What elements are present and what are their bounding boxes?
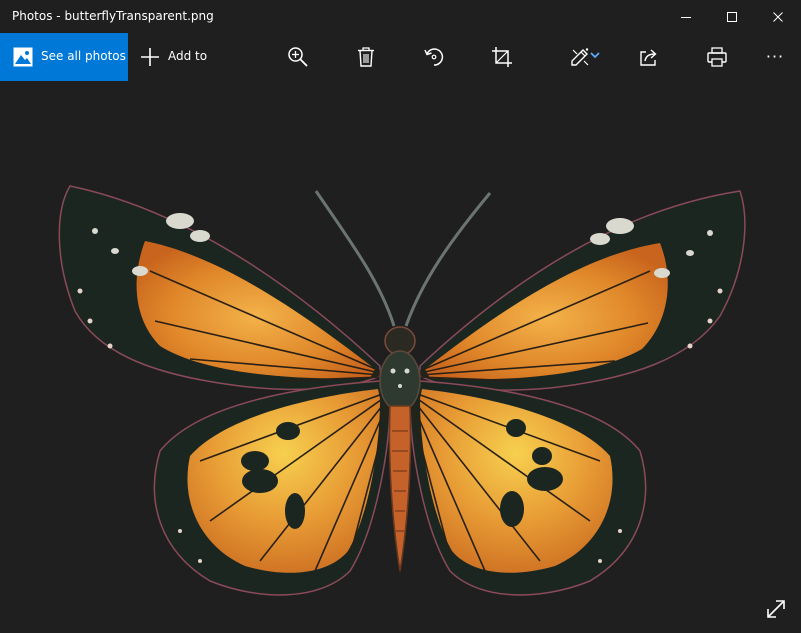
more-icon: ··· bbox=[765, 47, 785, 66]
edit-create-button[interactable] bbox=[552, 33, 608, 81]
window-title: Photos - butterflyTransparent.png bbox=[12, 9, 214, 23]
crop-button[interactable] bbox=[481, 33, 523, 81]
trash-icon bbox=[358, 47, 374, 67]
print-icon bbox=[707, 47, 727, 67]
share-button[interactable] bbox=[628, 33, 670, 81]
add-to-button[interactable]: Add to bbox=[134, 33, 214, 81]
close-button[interactable] bbox=[755, 0, 801, 33]
rotate-icon bbox=[424, 48, 444, 66]
photos-window: Photos - butterflyTransparent.png See al… bbox=[0, 0, 801, 633]
butterfly-image bbox=[58, 185, 746, 596]
see-all-photos-button[interactable]: See all photos bbox=[0, 33, 128, 81]
photos-icon bbox=[13, 47, 33, 67]
delete-button[interactable] bbox=[345, 33, 387, 81]
zoom-in-icon bbox=[288, 47, 308, 67]
image-viewer[interactable] bbox=[0, 81, 801, 633]
title-bar: Photos - butterflyTransparent.png bbox=[0, 0, 801, 33]
maximize-button[interactable] bbox=[709, 0, 755, 33]
print-button[interactable] bbox=[696, 33, 738, 81]
expand-icon[interactable] bbox=[763, 596, 789, 622]
maximize-icon bbox=[727, 11, 737, 22]
plus-icon bbox=[141, 48, 159, 66]
minimize-icon bbox=[681, 16, 691, 18]
share-icon bbox=[640, 49, 657, 66]
close-icon bbox=[773, 11, 783, 22]
zoom-button[interactable] bbox=[277, 33, 319, 81]
minimize-button[interactable] bbox=[663, 0, 709, 33]
toolbar: See all photos Add to ··· bbox=[0, 33, 801, 81]
see-all-photos-label: See all photos bbox=[41, 49, 126, 63]
chevron-down-icon bbox=[590, 52, 600, 59]
edit-create-icon bbox=[571, 48, 589, 66]
add-to-label: Add to bbox=[168, 49, 208, 63]
crop-icon bbox=[492, 47, 512, 67]
more-options-button[interactable]: ··· bbox=[754, 33, 796, 81]
rotate-button[interactable] bbox=[413, 33, 455, 81]
